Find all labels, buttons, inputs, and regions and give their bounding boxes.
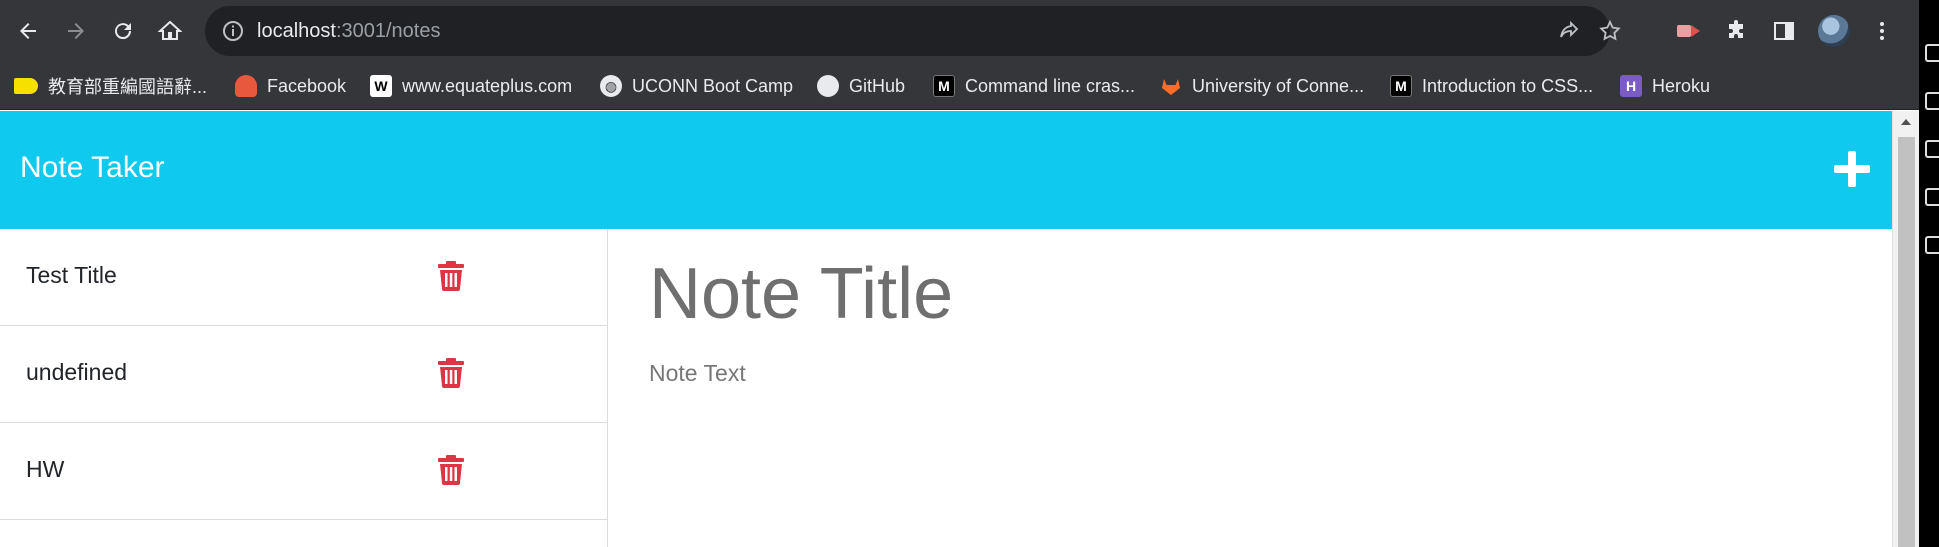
bookmark-label: University of Conne... (1192, 75, 1365, 96)
address-bar[interactable]: localhost:3001/notes (205, 6, 1621, 56)
bookmark-item[interactable]: 教育部重編國語辭... (14, 72, 207, 100)
debug-icon[interactable] (1925, 140, 1939, 158)
bookmark-label: Command line cras... (965, 75, 1136, 96)
url-text[interactable]: localhost:3001/notes (257, 20, 440, 43)
mdn-icon: M (933, 75, 955, 97)
bookmark-item[interactable]: H Heroku (1620, 72, 1710, 100)
side-panel-icon[interactable] (1770, 17, 1798, 45)
scrollbar-thumb[interactable] (1898, 137, 1915, 547)
side-panel-strip (1919, 0, 1939, 547)
bookmark-item[interactable]: W www.equateplus.com (370, 72, 572, 100)
bookmarks-bar: 教育部重編國語辭... Facebook W www.equateplus.co… (0, 62, 1919, 110)
extensions-icon[interactable] (1925, 188, 1939, 206)
home-icon (158, 20, 182, 40)
search-icon[interactable] (1925, 44, 1939, 62)
info-icon[interactable] (221, 19, 245, 43)
note-title-label[interactable]: Test Title (26, 262, 117, 289)
bookmark-label: www.equateplus.com (402, 75, 573, 96)
forward-button[interactable] (56, 11, 96, 51)
bookmark-item[interactable]: ◍ UCONN Boot Camp (600, 72, 793, 100)
note-editor: Note Title Note Text (609, 229, 1892, 547)
list-item[interactable]: Test Title (0, 229, 607, 326)
bookmark-label: 教育部重編國語辭... (48, 77, 208, 97)
back-button[interactable] (8, 11, 48, 51)
scroll-up-arrow-icon[interactable] (1901, 119, 1911, 125)
bookmark-label: GitHub (849, 75, 906, 96)
facebook-icon (235, 75, 257, 97)
arrow-left-icon (20, 23, 36, 39)
trash-icon[interactable] (438, 455, 464, 485)
heroku-icon: H (1620, 75, 1642, 97)
note-text-textarea[interactable]: Note Text (649, 360, 746, 387)
bookmark-label: UCONN Boot Camp (632, 75, 794, 96)
app-navbar: Note Taker (0, 111, 1892, 229)
browser-toolbar: localhost:3001/notes (0, 0, 1919, 62)
url-path: :3001/notes (335, 20, 441, 42)
bookmark-star-icon[interactable] (1598, 19, 1622, 43)
puzzle-icon[interactable] (1722, 17, 1750, 45)
bookmark-label: Introduction to CSS... (1422, 75, 1594, 96)
reload-button[interactable] (103, 11, 143, 51)
bookmark-item[interactable]: M Command line cras... (933, 72, 1135, 100)
url-host: localhost (257, 20, 336, 42)
trash-icon[interactable] (438, 358, 464, 388)
reload-icon (115, 23, 132, 40)
trash-icon[interactable] (438, 261, 464, 291)
extension-screencast-icon[interactable] (1675, 17, 1703, 45)
tag-icon (14, 78, 38, 94)
note-title-label[interactable]: undefined (26, 359, 127, 386)
source-control-icon[interactable] (1925, 92, 1939, 110)
page-scrollbar[interactable] (1892, 111, 1919, 547)
list-item[interactable]: HW (0, 423, 607, 520)
bookmark-label: Facebook (267, 75, 347, 96)
database-icon[interactable] (1925, 236, 1939, 254)
notes-list: Test Title undefined HW (0, 229, 608, 547)
note-title-label[interactable]: HW (26, 456, 64, 483)
bookmark-item[interactable]: Facebook (235, 72, 346, 100)
note-title-input[interactable]: Note Title (649, 253, 953, 335)
home-button[interactable] (150, 11, 190, 51)
mdn-icon: M (1390, 75, 1412, 97)
bookmark-item[interactable]: University of Conne... (1160, 72, 1364, 100)
kebab-menu-icon[interactable] (1868, 17, 1896, 45)
github-icon (817, 75, 839, 97)
list-item[interactable]: undefined (0, 326, 607, 423)
gitlab-icon (1160, 75, 1182, 97)
app-brand[interactable]: Note Taker (20, 151, 165, 185)
page-viewport: Note Taker Test Title undefined HW Note … (0, 111, 1892, 547)
new-note-plus-icon[interactable] (1834, 151, 1870, 187)
arrow-right-icon (68, 23, 84, 39)
bookmark-item[interactable]: GitHub (817, 72, 905, 100)
bookmark-item[interactable]: M Introduction to CSS... (1390, 72, 1593, 100)
share-icon[interactable] (1557, 19, 1581, 43)
bookmark-label: Heroku (1652, 75, 1711, 96)
globe-icon: ◍ (600, 75, 622, 97)
wikipedia-icon: W (370, 75, 392, 97)
profile-avatar[interactable] (1818, 15, 1850, 47)
